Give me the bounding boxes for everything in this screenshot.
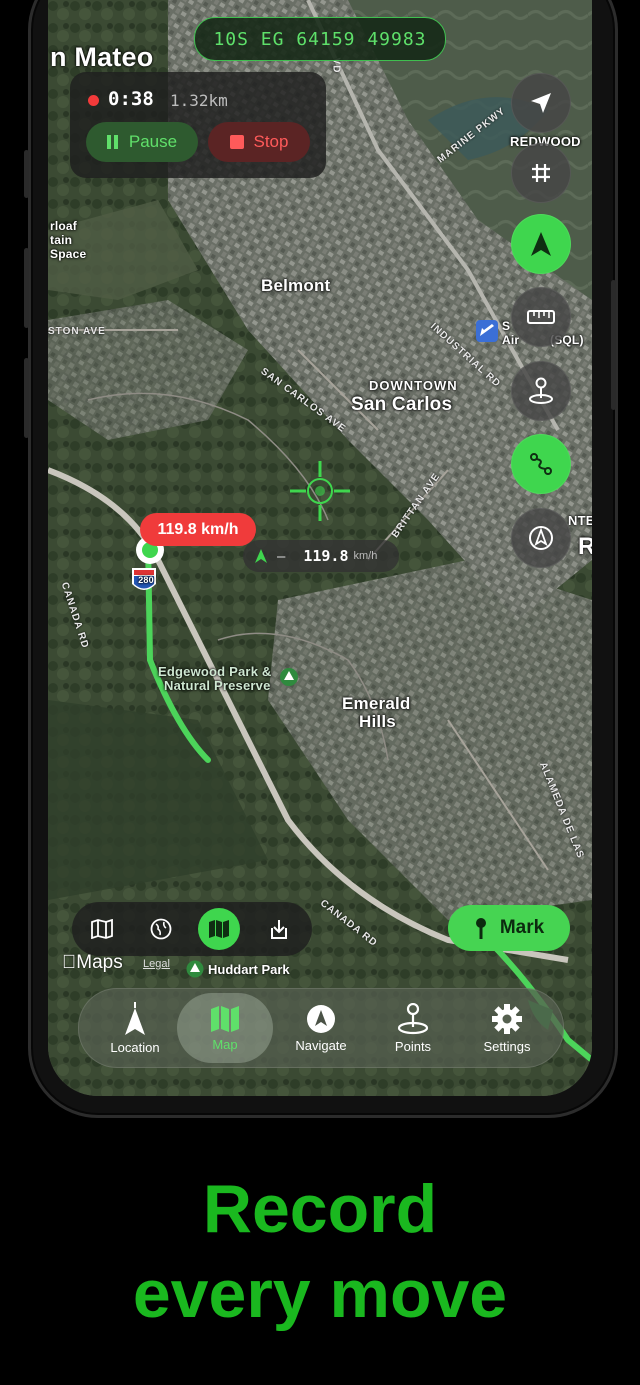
map-style-standard-button[interactable] bbox=[81, 908, 123, 950]
route-icon bbox=[530, 453, 552, 475]
mark-button[interactable]: Mark bbox=[448, 905, 570, 951]
stop-icon bbox=[229, 135, 244, 149]
north-arrow-icon bbox=[531, 232, 551, 256]
speed-dash: – bbox=[277, 547, 286, 565]
coordinate-text: 10S EG 64159 49983 bbox=[213, 28, 427, 50]
mark-label: Mark bbox=[499, 917, 545, 938]
side-button bbox=[24, 248, 29, 328]
route-button[interactable] bbox=[511, 434, 571, 494]
tab-location[interactable]: Location bbox=[87, 993, 183, 1063]
attribution-text: Maps bbox=[62, 952, 122, 973]
speed-readout: – 119.8 km/h bbox=[243, 540, 399, 572]
mark-pin-icon bbox=[475, 918, 486, 939]
place-label: Space bbox=[50, 247, 87, 261]
speed-value: 119.8 bbox=[303, 547, 349, 565]
interstate-label: 280 bbox=[138, 575, 154, 585]
place-label: S bbox=[502, 319, 511, 333]
place-label: R bbox=[578, 533, 592, 560]
map-style-satellite-button[interactable] bbox=[198, 908, 240, 950]
navigate-icon bbox=[307, 1004, 335, 1033]
app-screen: n Mateo rloaf tain Space Belmont DOWNTOW… bbox=[48, 0, 592, 1096]
navigate-mode-button[interactable] bbox=[511, 508, 571, 568]
locate-button[interactable] bbox=[511, 73, 571, 133]
place-label: NTE bbox=[568, 513, 592, 528]
compass-mode-button[interactable] bbox=[511, 214, 571, 274]
place-label: Belmont bbox=[261, 276, 331, 295]
side-button bbox=[24, 150, 29, 198]
map-type-switcher bbox=[72, 902, 312, 956]
location-arrow-up-icon bbox=[125, 1001, 145, 1035]
ruler-icon bbox=[527, 310, 555, 324]
points-pin-icon bbox=[397, 1002, 429, 1034]
side-button bbox=[611, 280, 616, 410]
place-label: rloaf bbox=[50, 219, 78, 233]
download-map-button[interactable] bbox=[258, 908, 300, 950]
headline-line-1: Record bbox=[202, 1171, 438, 1247]
heading-arrow-icon bbox=[255, 549, 267, 563]
map-outline-icon bbox=[91, 919, 113, 939]
globe-icon bbox=[150, 918, 172, 940]
pause-button[interactable]: Pause bbox=[86, 122, 198, 162]
side-button bbox=[24, 358, 29, 438]
recording-dot-icon bbox=[88, 95, 99, 106]
tab-bar: Location Map Navigate Points Settings bbox=[78, 988, 564, 1068]
headline-line-2: every move bbox=[132, 1256, 508, 1332]
tab-label: Navigate bbox=[295, 1037, 347, 1053]
place-label: San Carlos bbox=[351, 394, 453, 415]
stop-label: Stop bbox=[253, 132, 289, 151]
ruler-button[interactable] bbox=[511, 287, 571, 347]
place-label: n Mateo bbox=[50, 42, 154, 72]
gear-icon bbox=[492, 1003, 522, 1034]
park-icon bbox=[186, 960, 204, 978]
tab-points[interactable]: Points bbox=[365, 993, 461, 1063]
tab-navigate[interactable]: Navigate bbox=[273, 993, 369, 1063]
poi-huddart[interactable]: Huddart Park bbox=[186, 960, 290, 978]
place-label: DOWNTOWN bbox=[369, 378, 458, 393]
grid-button[interactable] bbox=[511, 143, 571, 203]
place-label: tain bbox=[50, 233, 73, 247]
speed-badge-text: 119.8 km/h bbox=[157, 520, 239, 538]
road-label: STON AVE bbox=[48, 326, 106, 337]
waypoint-button[interactable] bbox=[511, 361, 571, 421]
coordinate-readout[interactable]: 10S EG 64159 49983 bbox=[194, 17, 446, 61]
speed-badge: 119.8 km/h bbox=[140, 513, 256, 546]
recording-panel: 0:38 1.32km Pause Stop bbox=[70, 72, 326, 178]
poi-label[interactable]: Edgewood Park & bbox=[158, 664, 272, 679]
compass-icon bbox=[529, 526, 553, 550]
tab-label: Points bbox=[394, 1038, 432, 1054]
poi-label: Huddart Park bbox=[208, 961, 290, 977]
location-arrow-icon bbox=[531, 93, 551, 113]
recording-distance: 1.32km bbox=[170, 91, 228, 110]
grid-icon bbox=[532, 164, 550, 182]
stop-button[interactable]: Stop bbox=[208, 122, 310, 162]
tab-map[interactable]: Map bbox=[177, 993, 273, 1063]
tab-label: Location bbox=[110, 1039, 160, 1055]
legal-link[interactable]: Legal bbox=[143, 958, 170, 970]
speed-unit: km/h bbox=[353, 550, 378, 562]
tab-label: Map bbox=[212, 1036, 238, 1052]
pause-icon bbox=[106, 135, 118, 149]
tab-settings[interactable]: Settings bbox=[459, 993, 555, 1063]
download-icon bbox=[271, 920, 287, 939]
map-filled-icon bbox=[211, 1005, 239, 1032]
place-label: Emerald bbox=[342, 694, 411, 713]
recording-time: 0:38 bbox=[108, 88, 154, 110]
place-label: Hills bbox=[359, 712, 396, 731]
maps-attribution: Maps bbox=[62, 952, 123, 974]
pin-icon bbox=[529, 377, 553, 404]
tab-label: Settings bbox=[483, 1038, 531, 1054]
apple-icon:  bbox=[62, 952, 76, 973]
pause-label: Pause bbox=[128, 132, 178, 151]
poi-label[interactable]: Natural Preserve bbox=[164, 678, 271, 693]
map-filled-icon bbox=[209, 920, 229, 938]
map-style-globe-button[interactable] bbox=[140, 908, 182, 950]
airport-icon bbox=[476, 320, 498, 342]
park-icon bbox=[280, 668, 298, 686]
